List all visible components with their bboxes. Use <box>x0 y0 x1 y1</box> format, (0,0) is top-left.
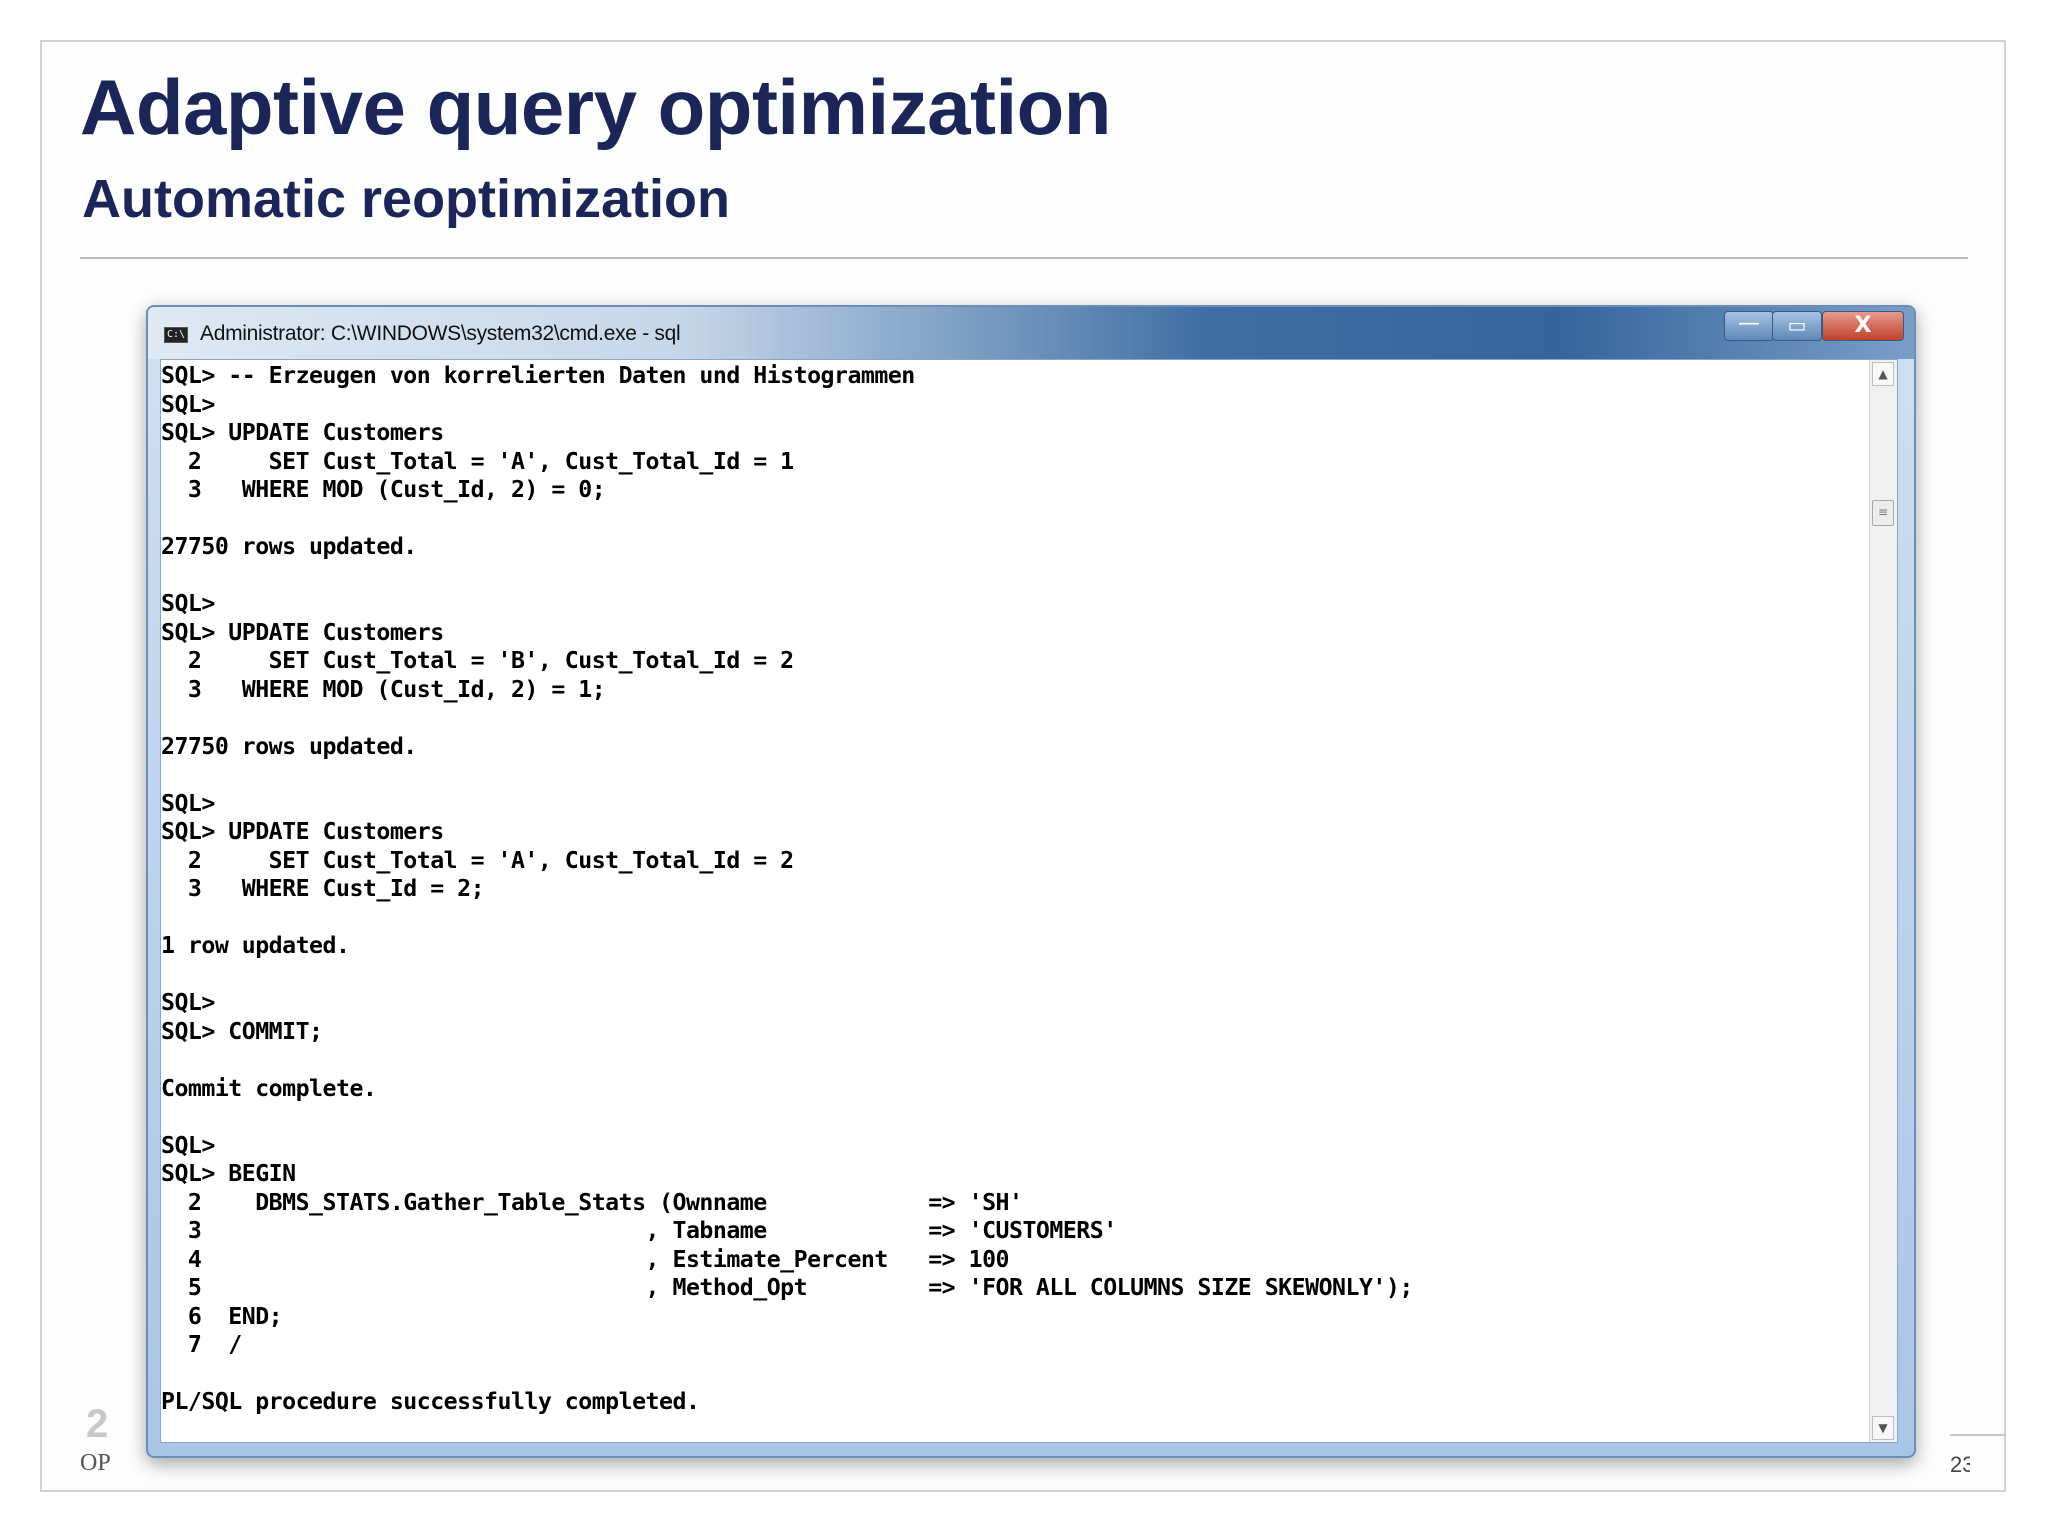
console-line: 6 END; <box>161 1302 283 1330</box>
console-line: 7 / <box>161 1331 242 1358</box>
console-line: SQL> UPDATE Customers <box>161 618 444 646</box>
footer-logo: OPITZ <box>80 1450 110 1476</box>
minimize-button[interactable]: — <box>1724 311 1774 341</box>
console-line: SQL> COMMIT; <box>161 1017 323 1045</box>
console-line: 3 WHERE MOD (Cust_Id, 2) = 0; <box>161 476 606 503</box>
console-line: Commit complete. <box>161 1074 377 1102</box>
maximize-button[interactable]: ▭ <box>1772 311 1822 341</box>
footer-divider <box>1950 1434 2006 1436</box>
console-line: 2 SET Cust_Total = 'A', Cust_Total_Id = … <box>161 846 794 874</box>
console-line: 3 , Tabname => 'CUSTOMERS' <box>161 1217 1117 1244</box>
console-line: 4 , Estimate_Percent => 100 <box>161 1245 1010 1273</box>
console-line: 5 , Method_Opt => 'FOR ALL COLUMNS SIZE … <box>161 1274 1413 1301</box>
console-line: SQL> BEGIN <box>161 1160 296 1187</box>
cmd-window[interactable]: C:\ Administrator: C:\WINDOWS\system32\c… <box>146 305 1916 1458</box>
scroll-down-arrow-icon[interactable]: ▼ <box>1872 1416 1894 1440</box>
scrollbar-thumb[interactable]: ≡ <box>1872 500 1894 526</box>
console-line: 27750 rows updated. <box>161 732 417 760</box>
slide-subtitle: Automatic reoptimization <box>82 169 731 229</box>
vertical-scrollbar[interactable]: ▲ ≡ ▼ <box>1869 360 1897 1442</box>
scroll-up-arrow-icon[interactable]: ▲ <box>1872 362 1894 386</box>
slide-title: Adaptive query optimization <box>80 63 1111 151</box>
console-line: 2 SET Cust_Total = 'B', Cust_Total_Id = … <box>161 647 794 674</box>
console-line: SQL> UPDATE Customers <box>161 419 444 446</box>
console-line: 2 SET Cust_Total = 'A', Cust_Total_Id = … <box>161 447 794 475</box>
window-title: Administrator: C:\WINDOWS\system32\cmd.e… <box>200 322 681 345</box>
cmd-icon[interactable]: C:\ <box>164 327 188 343</box>
console-line: SQL> <box>161 989 215 1016</box>
console-line: SQL> <box>161 590 215 617</box>
console-line: SQL> -- Erzeugen von korrelierten Daten … <box>161 362 915 389</box>
footer-logo-mark: 2 <box>86 1402 109 1446</box>
console-line: SQL> <box>161 789 215 817</box>
console-line: 1 row updated. <box>161 932 350 959</box>
console-line: 2 DBMS_STATS.Gather_Table_Stats (Ownname… <box>161 1188 1023 1216</box>
console-text: SQL> -- Erzeugen von korrelierten Daten … <box>161 362 1861 1417</box>
console-line: SQL> <box>161 390 215 418</box>
console-line: 3 WHERE Cust_Id = 2; <box>161 875 485 902</box>
console-line: SQL> <box>161 1131 215 1159</box>
console-line: 3 WHERE MOD (Cust_Id, 2) = 1; <box>161 675 606 703</box>
window-titlebar[interactable]: C:\ Administrator: C:\WINDOWS\system32\c… <box>148 307 1914 359</box>
close-button[interactable]: X <box>1822 311 1904 341</box>
console-line: PL/SQL procedure successfully completed. <box>161 1388 700 1415</box>
page-number: 23 <box>1950 1452 1970 1477</box>
console-output-area[interactable]: SQL> -- Erzeugen von korrelierten Daten … <box>160 359 1898 1443</box>
console-line: 27750 rows updated. <box>161 533 417 560</box>
console-line: SQL> UPDATE Customers <box>161 818 444 845</box>
title-divider <box>80 257 1968 259</box>
